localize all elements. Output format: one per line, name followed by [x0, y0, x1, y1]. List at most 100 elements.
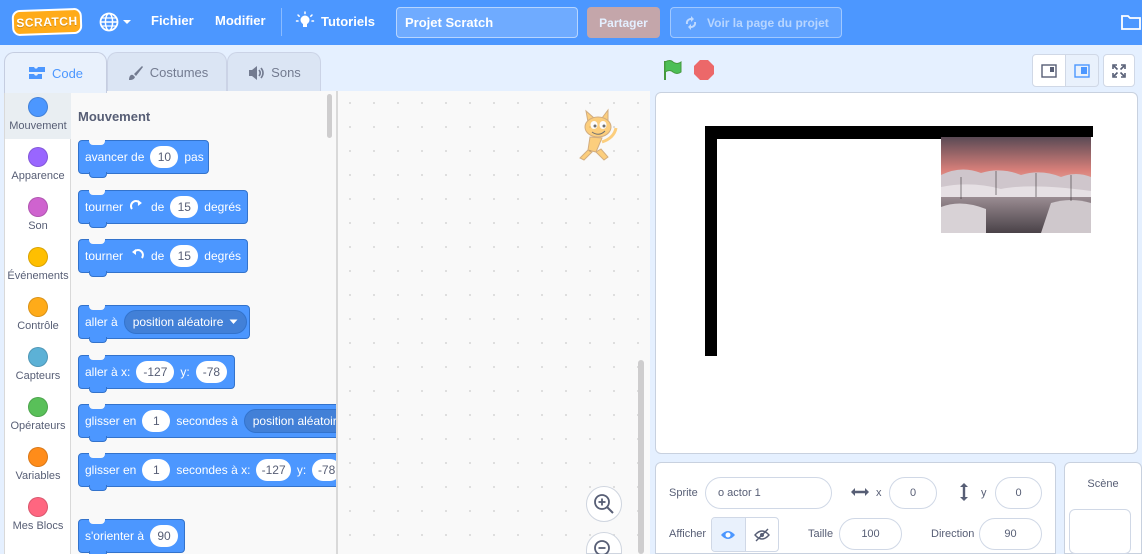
green-flag-icon[interactable] — [660, 58, 684, 82]
seconds-input[interactable]: 1 — [142, 459, 171, 481]
block-point-direction[interactable]: s'orienter à 90 — [78, 519, 185, 554]
direction-input[interactable]: 90 — [979, 518, 1042, 550]
dropdown-value: position aléatoire — [252, 414, 344, 428]
block-turn-right[interactable]: tourner de 15 degrés — [78, 190, 248, 228]
y-input[interactable]: -78 — [195, 361, 228, 383]
x-input[interactable]: -127 — [256, 459, 291, 481]
language-menu[interactable] — [99, 11, 139, 33]
degrees-input[interactable]: 15 — [170, 196, 199, 218]
category-sound[interactable]: Son — [5, 191, 71, 239]
palette-scrollbar[interactable] — [327, 94, 332, 138]
horizontal-arrows-icon — [851, 488, 869, 496]
normal-stage-icon — [1074, 63, 1090, 78]
project-title-input[interactable]: Projet Scratch — [396, 7, 578, 38]
caret-down-icon — [229, 319, 238, 324]
category-control[interactable]: Contrôle — [5, 291, 71, 339]
see-project-button[interactable]: Voir la page du projet — [670, 7, 842, 38]
category-motion[interactable]: Mouvement — [5, 91, 71, 139]
tab-costumes[interactable]: Costumes — [107, 52, 227, 92]
block-text: aller à x: — [85, 365, 131, 379]
fullscreen-button[interactable] — [1103, 54, 1135, 87]
fullscreen-icon — [1112, 63, 1126, 78]
scratch-logo[interactable]: SCRATCH — [11, 7, 83, 37]
maze-wall-thin — [717, 137, 941, 139]
block-text: s'orienter à — [85, 529, 144, 543]
category-label: Variables — [15, 470, 61, 482]
category-dot — [28, 97, 48, 117]
y-position-input[interactable]: 0 — [995, 477, 1042, 509]
maze-wall-left — [705, 126, 717, 356]
size-input[interactable]: 100 — [839, 518, 902, 550]
block-text: tourner — [85, 200, 124, 214]
category-sensing[interactable]: Capteurs — [5, 341, 71, 389]
code-blocks-icon — [28, 67, 45, 79]
category-looks[interactable]: Apparence — [5, 141, 71, 189]
menu-divider — [281, 8, 282, 36]
category-label: Événements — [7, 270, 69, 282]
block-text: glisser en — [85, 463, 137, 477]
normal-stage-button[interactable] — [1065, 54, 1099, 87]
script-scrollbar[interactable] — [638, 360, 644, 554]
palette-section-title: Mouvement — [78, 109, 151, 124]
show-sprite-button[interactable] — [712, 518, 745, 551]
block-text: secondes à x: — [176, 463, 251, 477]
block-glide-to[interactable]: glisser en 1 secondes à position aléatoi… — [78, 404, 353, 442]
block-goto[interactable]: aller à position aléatoire — [78, 305, 250, 343]
block-text: tourner — [85, 249, 124, 263]
dropdown-value: position aléatoire — [132, 315, 224, 329]
tutorials-label: Tutoriels — [321, 13, 375, 29]
see-project-label: Voir la page du projet — [707, 15, 829, 30]
goto-target-dropdown[interactable]: position aléatoire — [123, 310, 248, 334]
block-text: aller à — [85, 315, 118, 329]
block-glide-xy[interactable]: glisser en 1 secondes à x: -127 y: -78 — [78, 453, 348, 491]
category-events[interactable]: Événements — [5, 241, 71, 289]
category-operators[interactable]: Opérateurs — [5, 391, 71, 439]
lightbulb-icon — [295, 11, 315, 27]
block-text: avancer de — [85, 150, 145, 164]
eye-slash-icon — [753, 528, 770, 541]
block-goto-xy[interactable]: aller à x: -127 y: -78 — [78, 355, 235, 393]
degrees-input[interactable]: 15 — [170, 245, 199, 267]
globe-icon — [99, 12, 119, 32]
category-menu: Mouvement Apparence Son Événements Contr… — [4, 91, 71, 554]
tab-code[interactable]: Code — [4, 52, 107, 93]
file-menu[interactable]: Fichier — [151, 13, 194, 28]
stop-icon[interactable] — [694, 60, 714, 80]
category-label: Mes Blocs — [12, 520, 64, 532]
small-stage-button[interactable] — [1032, 54, 1066, 87]
direction-input[interactable]: 90 — [150, 525, 178, 547]
vertical-arrows-icon — [960, 483, 968, 501]
zoom-out-icon — [594, 540, 610, 554]
seconds-input[interactable]: 1 — [142, 410, 171, 432]
block-text: de — [150, 249, 165, 263]
x-position-input[interactable]: 0 — [889, 477, 937, 509]
category-my-blocks[interactable]: Mes Blocs — [5, 491, 71, 539]
rotate-clockwise-icon — [130, 200, 142, 210]
menu-bar: SCRATCH Fichier Modifier Tutoriels Proje… — [0, 0, 1142, 45]
tab-sounds[interactable]: Sons — [227, 52, 321, 92]
zoom-in-button[interactable] — [586, 486, 622, 522]
category-label: Contrôle — [17, 320, 59, 332]
category-label: Capteurs — [15, 370, 61, 382]
block-turn-left[interactable]: tourner de 15 degrés — [78, 239, 248, 277]
category-variables[interactable]: Variables — [5, 441, 71, 489]
visibility-toggle — [711, 517, 779, 552]
block-text: glisser en — [85, 414, 137, 428]
scene-thumbnail[interactable] — [1069, 509, 1131, 554]
landscape-sprite-image — [941, 137, 1091, 233]
x-input[interactable]: -127 — [136, 361, 175, 383]
steps-input[interactable]: 10 — [150, 146, 179, 168]
share-button[interactable]: Partager — [587, 7, 660, 38]
y-label: y — [981, 487, 987, 499]
block-text: degrés — [204, 200, 241, 214]
direction-label: Direction — [931, 528, 975, 540]
hide-sprite-button[interactable] — [744, 518, 779, 551]
folder-icon[interactable] — [1120, 12, 1142, 32]
tab-code-label: Code — [51, 65, 84, 81]
block-text: secondes à — [176, 414, 238, 428]
edit-menu[interactable]: Modifier — [215, 13, 266, 28]
sprite-name-input[interactable]: o actor 1 — [705, 477, 832, 509]
tutorials-button[interactable]: Tutoriels — [295, 11, 375, 31]
block-move-steps[interactable]: avancer de 10 pas — [78, 140, 209, 178]
sprite-name-label: Sprite — [669, 487, 698, 499]
